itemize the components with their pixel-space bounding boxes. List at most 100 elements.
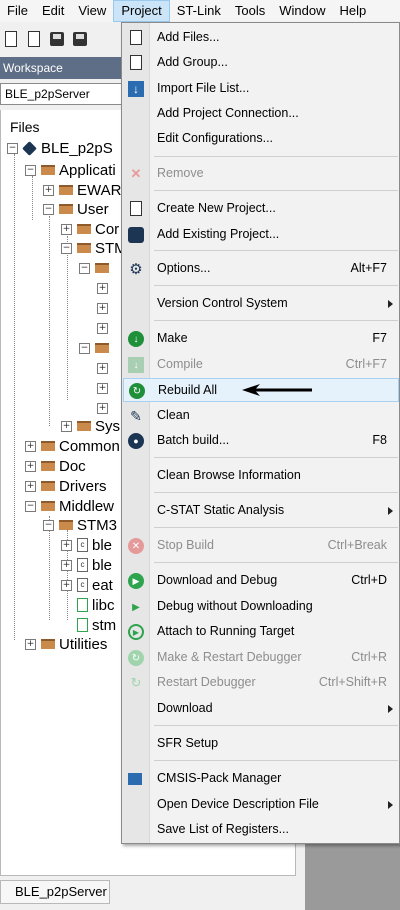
menu-help[interactable]: Help [332,0,373,22]
gear-icon: ⚙ [129,261,143,278]
save-icon[interactable] [48,30,66,48]
expand-icon[interactable]: + [43,184,54,196]
chevron-right-icon [388,801,393,809]
tree-item-file[interactable]: + c eat [61,575,113,595]
tree-item-file[interactable]: + [97,298,113,318]
menu-item-options[interactable]: ⚙ Options... Alt+F7 [123,257,399,281]
tree-item-folder[interactable]: − [79,338,113,358]
tree-item-label: ble [92,536,113,554]
menu-item-debug-without-downloading[interactable]: ▶ Debug without Downloading [123,595,399,619]
collapse-icon[interactable]: − [25,164,36,176]
menu-view[interactable]: View [71,0,113,22]
tree-item-file[interactable]: + [97,278,113,298]
tree-item-folder[interactable]: + Utilities [25,634,107,654]
tree-item-folder[interactable]: + Sys [61,416,120,436]
tree-item-file[interactable]: + c ble [61,555,112,575]
collapse-icon[interactable]: − [25,500,36,512]
menu-item-batch-build[interactable]: ● Batch build... F8 [123,429,399,453]
tree-item-folder[interactable]: − STM3 [43,515,117,535]
menu-item-clean-browse-information[interactable]: Clean Browse Information [123,464,399,488]
tree-item-file[interactable]: + [97,358,113,378]
expand-icon[interactable]: + [61,420,72,432]
tree-item-folder[interactable]: + EWAR [43,180,121,200]
tree-item-file[interactable]: + c ble [61,535,112,555]
menu-item-restart-debugger: ↻ Restart Debugger Ctrl+Shift+R [123,671,399,695]
tree-item-file[interactable]: + [97,378,113,398]
menu-item-make[interactable]: ↓ Make F7 [123,327,399,351]
menu-item-edit-configurations[interactable]: Edit Configurations... [123,127,399,151]
expand-icon[interactable]: + [97,402,108,414]
expand-icon[interactable]: + [25,480,36,492]
collapse-icon[interactable]: − [43,519,54,531]
menu-item-import-file-list[interactable]: ↓ Import File List... [123,77,399,101]
save-all-icon[interactable] [71,30,89,48]
tree-item-folder[interactable]: + Drivers [25,476,107,496]
tree-item-file[interactable]: libc [77,595,115,615]
menu-item-attach-to-running-target[interactable]: ▶ Attach to Running Target [123,620,399,644]
tree-item-folder[interactable]: − Applicati [25,160,116,180]
tree-item-folder[interactable]: − STM [61,238,127,258]
tree-item-folder[interactable]: − User [43,199,109,219]
menu-item-make-restart-debugger: ↻ Make & Restart Debugger Ctrl+R [123,646,399,670]
expand-icon[interactable]: + [25,638,36,650]
menu-item-open-device-description-file[interactable]: Open Device Description File [123,793,399,817]
menu-item-download-and-debug[interactable]: ▶ Download and Debug Ctrl+D [123,569,399,593]
menu-item-add-existing-project[interactable]: Add Existing Project... [123,223,399,247]
collapse-icon[interactable]: − [61,242,72,254]
expand-icon[interactable]: + [97,302,108,314]
expand-icon[interactable]: + [97,382,108,394]
tree-item-folder[interactable]: + Common [25,436,120,456]
expand-icon[interactable]: + [97,282,108,294]
workspace-config-select[interactable]: BLE_p2pServer [0,83,126,105]
tree-item-label: Middlew [59,497,115,515]
collapse-icon[interactable]: − [79,342,90,354]
c-file-icon: c [77,558,88,572]
menu-item-add-group[interactable]: Add Group... [123,51,399,75]
menu-item-cmsis-pack-manager[interactable]: CMSIS-Pack Manager [123,767,399,791]
tree-item-folder[interactable]: − [79,258,113,278]
menu-item-download[interactable]: Download [123,697,399,721]
collapse-icon[interactable]: − [43,203,54,215]
expand-icon[interactable]: + [25,440,36,452]
tree-item-file[interactable]: + [97,318,113,338]
menu-project[interactable]: Project [113,0,170,22]
workspace-tab[interactable]: BLE_p2pServer [0,880,110,904]
new-file-icon[interactable] [2,30,20,48]
tree-item-label: stm [92,616,117,634]
expand-icon[interactable]: + [25,460,36,472]
menu-item-c-stat-static-analysis[interactable]: C-STAT Static Analysis [123,499,399,523]
new-workspace-icon[interactable] [25,30,43,48]
expand-icon[interactable]: + [61,559,72,571]
tree-item-file[interactable]: + [97,398,113,418]
tree-item-folder[interactable]: + Cor [61,219,119,239]
tree-item-label: Doc [59,457,86,475]
tree-item-project[interactable]: − BLE_p2pS [7,138,113,158]
menu-item-version-control-system[interactable]: Version Control System [123,292,399,316]
tree-item-folder[interactable]: + Doc [25,456,86,476]
menu-window[interactable]: Window [272,0,332,22]
menu-item-add-files[interactable]: Add Files... [123,26,399,50]
restart-icon: ↻ [128,650,144,666]
menu-item-sfr-setup[interactable]: SFR Setup [123,732,399,756]
menu-item-create-new-project[interactable]: Create New Project... [123,197,399,221]
menu-item-add-project-connection[interactable]: Add Project Connection... [123,102,399,126]
menu-item-remove: ✕ Remove [123,162,399,186]
project-menu: Add Files... Add Group... ↓ Import File … [121,22,400,844]
expand-icon[interactable]: + [97,362,108,374]
menu-item-clean[interactable]: ✎ Clean [123,404,399,428]
menu-edit[interactable]: Edit [35,0,71,22]
collapse-icon[interactable]: − [79,262,90,274]
expand-icon[interactable]: + [97,322,108,334]
tree-item-file[interactable]: stm [77,615,116,635]
expand-icon[interactable]: + [61,223,72,235]
menu-tools[interactable]: Tools [228,0,272,22]
tree-item-folder[interactable]: − Middlew [25,496,114,516]
stop-icon: ✕ [128,538,144,554]
expand-icon[interactable]: + [61,579,72,591]
menu-item-save-list-of-registers[interactable]: Save List of Registers... [123,818,399,842]
h-file-icon [77,618,88,632]
menu-st-link[interactable]: ST-Link [170,0,228,22]
collapse-icon[interactable]: − [7,142,18,154]
menu-file[interactable]: File [0,0,35,22]
expand-icon[interactable]: + [61,539,72,551]
